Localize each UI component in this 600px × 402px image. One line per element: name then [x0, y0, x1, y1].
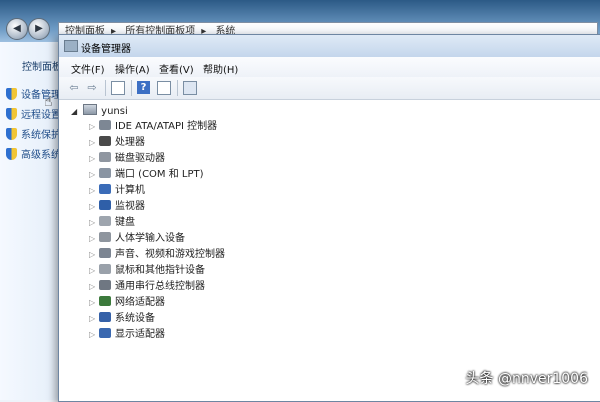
expand-arrow-icon[interactable]: ▷	[89, 216, 97, 230]
device-manager-window: 设备管理器 文件(F) 操作(A) 查看(V) 帮助(H) ⇦ ⇨ ? ◢ yun…	[58, 34, 600, 402]
expand-arrow-icon[interactable]: ▷	[89, 296, 97, 310]
tree-item[interactable]: ▷ 显示适配器	[89, 328, 165, 342]
tree-item-label: 监视器	[115, 201, 145, 212]
toolbar-separator	[105, 80, 106, 96]
expand-arrow-icon[interactable]: ▷	[89, 184, 97, 198]
expand-arrow-icon[interactable]: ▷	[89, 168, 97, 182]
processor-icon	[99, 136, 111, 146]
expand-arrow-icon[interactable]: ▷	[89, 280, 97, 294]
shield-icon	[6, 88, 17, 100]
mouse-icon	[99, 264, 111, 274]
device-manager-titlebar[interactable]: 设备管理器	[59, 35, 600, 58]
show-hide-tree-icon[interactable]	[111, 81, 125, 95]
tree-item[interactable]: ▷ 计算机	[89, 184, 145, 198]
tree-item-label: 磁盘驱动器	[115, 153, 165, 164]
system-device-icon	[99, 312, 111, 322]
menu-action[interactable]: 操作(A)	[115, 61, 150, 76]
tree-item[interactable]: ▷ 人体学输入设备	[89, 232, 185, 246]
menu-file[interactable]: 文件(F)	[71, 61, 105, 76]
tree-item[interactable]: ▷ 端口 (COM 和 LPT)	[89, 168, 204, 182]
tree-item[interactable]: ▷ 鼠标和其他指针设备	[89, 264, 205, 278]
shield-icon	[6, 128, 17, 140]
menu-bar: 文件(F) 操作(A) 查看(V) 帮助(H)	[59, 57, 600, 78]
shield-icon	[6, 148, 17, 160]
help-icon[interactable]: ?	[137, 81, 150, 94]
tree-item-label: 声音、视频和游戏控制器	[115, 249, 225, 260]
expand-arrow-icon[interactable]: ▷	[89, 136, 97, 150]
device-manager-icon	[64, 40, 78, 52]
tree-item-label: 鼠标和其他指针设备	[115, 265, 205, 276]
tree-item[interactable]: ▷ 磁盘驱动器	[89, 152, 165, 166]
expand-arrow-icon[interactable]: ▷	[89, 264, 97, 278]
toolbar-separator	[131, 80, 132, 96]
back-arrow-icon[interactable]: ⇦	[67, 81, 81, 95]
expand-arrow-icon[interactable]: ▷	[89, 120, 97, 134]
tree-item-label: 人体学输入设备	[115, 233, 185, 244]
scan-hardware-icon[interactable]	[183, 81, 197, 95]
tree-item-label: 系统设备	[115, 313, 155, 324]
network-adapter-icon	[99, 296, 111, 306]
computer-icon	[99, 184, 111, 194]
tree-item-label: 通用串行总线控制器	[115, 281, 205, 292]
shield-icon	[6, 108, 17, 120]
hand-cursor-icon: ☝	[44, 94, 53, 110]
tree-item[interactable]: ▷ 键盘	[89, 216, 135, 230]
tree-item-label: 键盘	[115, 217, 135, 228]
expand-arrow-icon[interactable]: ▷	[89, 312, 97, 326]
forward-arrow-icon[interactable]: ⇨	[85, 81, 99, 95]
menu-view[interactable]: 查看(V)	[159, 61, 194, 76]
expand-arrow-icon[interactable]: ▷	[89, 328, 97, 342]
sound-icon	[99, 248, 111, 258]
display-adapter-icon	[99, 328, 111, 338]
tree-item-label: 计算机	[115, 185, 145, 196]
toolbar: ⇦ ⇨ ?	[59, 77, 600, 100]
disk-drive-icon	[99, 152, 111, 162]
tree-item[interactable]: ▷ 网络适配器	[89, 296, 165, 310]
port-icon	[99, 168, 111, 178]
expand-arrow-icon[interactable]: ▷	[89, 232, 97, 246]
toolbar-separator	[177, 80, 178, 96]
tree-item[interactable]: ▷ 通用串行总线控制器	[89, 280, 205, 294]
tree-root[interactable]: ◢ yunsi	[71, 104, 128, 118]
tree-item[interactable]: ▷ 声音、视频和游戏控制器	[89, 248, 225, 262]
tree-item-label: 网络适配器	[115, 297, 165, 308]
sidebar-title: 控制面板	[22, 62, 62, 73]
expand-arrow-icon[interactable]: ▷	[89, 200, 97, 214]
tree-item-label: IDE ATA/ATAPI 控制器	[115, 121, 218, 132]
usb-icon	[99, 280, 111, 290]
expand-arrow-icon[interactable]: ▷	[89, 152, 97, 166]
collapse-arrow-icon[interactable]: ◢	[71, 107, 77, 116]
hid-icon	[99, 232, 111, 242]
sidebar-link-advanced-settings[interactable]: 高级系统	[6, 146, 61, 161]
watermark: 头条 @nnver1006	[465, 371, 588, 387]
sidebar-link-system-protection[interactable]: 系统保护	[6, 126, 61, 141]
forward-button[interactable]: ▶	[28, 18, 50, 40]
back-button[interactable]: ◀	[6, 18, 28, 40]
window-title: 设备管理器	[81, 44, 131, 55]
tree-item-label: 处理器	[115, 137, 145, 148]
tree-item[interactable]: ▷ IDE ATA/ATAPI 控制器	[89, 120, 217, 134]
menu-help[interactable]: 帮助(H)	[203, 61, 238, 76]
monitor-icon	[99, 200, 111, 210]
tree-item[interactable]: ▷ 处理器	[89, 136, 145, 150]
tree-item-label: 端口 (COM 和 LPT)	[115, 169, 204, 180]
tree-item[interactable]: ▷ 系统设备	[89, 312, 155, 326]
tree-root-label: yunsi	[101, 106, 128, 117]
tree-item-label: 显示适配器	[115, 329, 165, 340]
tree-item[interactable]: ▷ 监视器	[89, 200, 145, 214]
ide-controller-icon	[99, 120, 111, 130]
properties-icon[interactable]	[157, 81, 171, 95]
computer-root-icon	[83, 104, 98, 115]
expand-arrow-icon[interactable]: ▷	[89, 248, 97, 262]
device-tree: ◢ yunsi ▷ IDE ATA/ATAPI 控制器 ▷ 处理器 ▷ 磁盘驱动器 ▷ 端口 (…	[59, 100, 600, 400]
keyboard-icon	[99, 216, 111, 226]
